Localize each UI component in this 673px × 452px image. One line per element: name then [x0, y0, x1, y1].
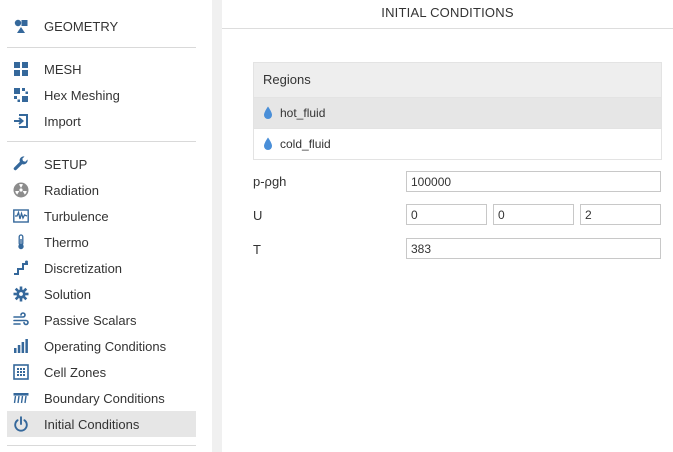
sidebar-item-label: Thermo [44, 234, 89, 250]
sidebar-item-discretization[interactable]: Discretization [7, 255, 196, 281]
sidebar-item-import[interactable]: Import [7, 108, 196, 134]
p-rgh-label: p-ρgh [253, 174, 287, 189]
sidebar-item-setup[interactable]: SETUP [7, 151, 196, 177]
droplet-icon [263, 137, 273, 151]
wind-icon [11, 310, 31, 330]
regions-list: Regions hot_fluid cold_fluid [253, 62, 662, 160]
sidebar-item-label: Radiation [44, 182, 99, 198]
droplet-icon [263, 106, 273, 120]
import-icon [11, 111, 31, 131]
sidebar-item-initial-conditions[interactable]: Initial Conditions [7, 411, 196, 437]
sidebar-item-label: MESH [44, 61, 82, 77]
region-item-cold-fluid[interactable]: cold_fluid [254, 128, 661, 159]
sidebar-item-turbulence[interactable]: Turbulence [7, 203, 196, 229]
t-label: T [253, 242, 261, 257]
sidebar-divider [7, 47, 196, 48]
bar-chart-icon [11, 336, 31, 356]
sidebar-divider [7, 141, 196, 142]
regions-header: Regions [254, 63, 661, 97]
sidebar-item-label: Discretization [44, 260, 123, 276]
sidebar-item-label: GEOMETRY [44, 18, 119, 34]
thermometer-icon [11, 232, 31, 252]
power-icon [11, 414, 31, 434]
panel-title: INITIAL CONDITIONS [381, 5, 514, 20]
sidebar-item-label: Passive Scalars [44, 312, 137, 328]
u-z-input[interactable] [580, 204, 661, 225]
sidebar-item-thermo[interactable]: Thermo [7, 229, 196, 255]
discretization-icon [11, 258, 31, 278]
sidebar-item-radiation[interactable]: Radiation [7, 177, 196, 203]
sidebar-item-label: Initial Conditions [44, 416, 140, 432]
sidebar-splitter[interactable] [212, 0, 222, 452]
sidebar-item-label: Solution [44, 286, 91, 302]
gear-icon [11, 284, 31, 304]
sidebar-item-label: Turbulence [44, 208, 109, 224]
sidebar: GEOMETRY MESH Hex Meshing Import SETUP R… [0, 0, 212, 452]
region-name: cold_fluid [280, 137, 331, 151]
wrench-icon [11, 154, 31, 174]
p-rgh-input[interactable] [406, 171, 661, 192]
sidebar-item-label: SETUP [44, 156, 88, 172]
sidebar-item-boundary-conditions[interactable]: Boundary Conditions [7, 385, 196, 411]
title-divider [222, 28, 673, 29]
sidebar-item-label: Cell Zones [44, 364, 107, 380]
sidebar-item-hex-meshing[interactable]: Hex Meshing [7, 82, 196, 108]
app-window: GEOMETRY MESH Hex Meshing Import SETUP R… [0, 0, 673, 452]
cell-zones-icon [11, 362, 31, 382]
sidebar-item-label: Boundary Conditions [44, 390, 165, 406]
u-label: U [253, 208, 263, 223]
sidebar-item-mesh[interactable]: MESH [7, 56, 196, 82]
sidebar-item-cell-zones[interactable]: Cell Zones [7, 359, 196, 385]
region-name: hot_fluid [280, 106, 326, 120]
radiation-icon [11, 180, 31, 200]
mesh-icon [11, 59, 31, 79]
geometry-icon [11, 16, 31, 36]
u-y-input[interactable] [493, 204, 574, 225]
initial-conditions-panel: INITIAL CONDITIONS Regions hot_fluid col… [222, 0, 673, 452]
sidebar-item-geometry[interactable]: GEOMETRY [7, 13, 196, 39]
sidebar-item-solution[interactable]: Solution [7, 281, 196, 307]
turbulence-icon [11, 206, 31, 226]
sidebar-item-label: Hex Meshing [44, 87, 120, 103]
boundary-icon [11, 388, 31, 408]
t-input[interactable] [406, 238, 661, 259]
sidebar-divider [7, 445, 196, 446]
sidebar-item-operating-conditions[interactable]: Operating Conditions [7, 333, 196, 359]
u-x-input[interactable] [406, 204, 487, 225]
sidebar-item-passive-scalars[interactable]: Passive Scalars [7, 307, 196, 333]
hex-meshing-icon [11, 85, 31, 105]
region-item-hot-fluid[interactable]: hot_fluid [254, 97, 661, 128]
sidebar-item-label: Operating Conditions [44, 338, 167, 354]
sidebar-item-label: Import [44, 113, 81, 129]
